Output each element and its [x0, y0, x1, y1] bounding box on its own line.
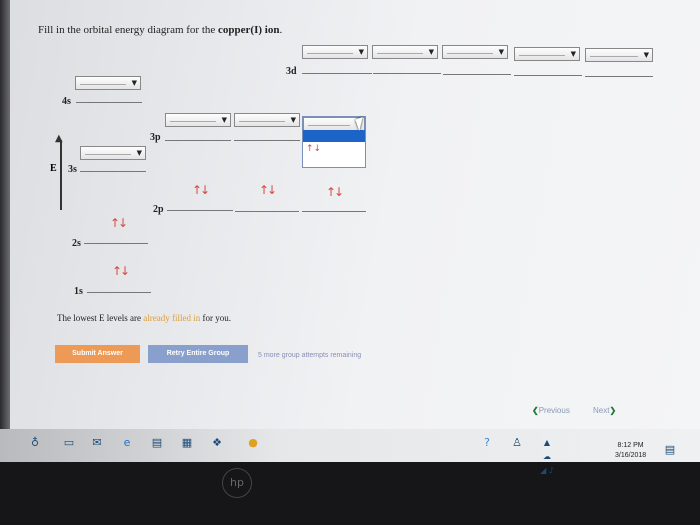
dropdown-3s[interactable]: ▼ — [80, 146, 146, 160]
question-species: copper(I) ion — [218, 24, 280, 36]
people-icon[interactable]: ♙ — [510, 436, 524, 450]
dropdown-3d-3[interactable]: ▼ — [442, 45, 508, 59]
left-bezel — [0, 0, 10, 462]
orbital-line-4s — [76, 102, 142, 103]
orbital-line-2p-3 — [302, 211, 366, 212]
question-prefix: Fill in the orbital energy diagram for t… — [38, 24, 219, 36]
help-icon[interactable]: ? — [480, 436, 494, 450]
submit-answer-button[interactable]: Submit Answer — [55, 345, 140, 363]
chevron-down-icon: ▼ — [221, 116, 227, 124]
notifications-icon[interactable]: ▤ — [663, 443, 677, 457]
orbital-line-1s — [87, 292, 151, 293]
question-text: Fill in the orbital energy diagram for t… — [38, 24, 282, 36]
orbital-line-2p-2 — [235, 211, 299, 212]
orbital-line-3p-1 — [165, 140, 231, 141]
chevron-down-icon: ▼ — [358, 48, 364, 56]
chevron-down-icon: ▼ — [498, 48, 504, 56]
orbital-line-3d-1 — [302, 73, 372, 74]
taskbar-clock[interactable]: 8:12 PM 3/16/2018 — [615, 441, 646, 461]
orbital-line-2p-1 — [167, 210, 233, 211]
dropdown-option-paired[interactable]: ↑↓ — [306, 144, 321, 154]
orbital-line-3d-3 — [443, 74, 511, 75]
taskbar — [0, 429, 700, 462]
level-label-2s: 2s — [72, 238, 81, 249]
mail-icon[interactable]: ✉ — [90, 436, 104, 450]
orbital-line-2s — [84, 243, 148, 244]
energy-axis-label: E — [50, 163, 57, 174]
chevron-left-icon: ❮ — [532, 406, 539, 415]
chevron-down-icon: ▼ — [428, 48, 434, 56]
edge-browser-icon[interactable]: e — [120, 436, 134, 450]
dropdown-3d-1[interactable]: ▼ — [302, 45, 368, 59]
note-prefix: The lowest E levels are — [57, 313, 144, 323]
dropdown-3p-1[interactable]: ▼ — [165, 113, 231, 127]
level-label-2p: 2p — [153, 204, 164, 215]
orbital-line-3d-4 — [514, 75, 582, 76]
hp-logo: hp — [222, 468, 252, 498]
electron-pair-2p-3: ↑↓ — [326, 185, 344, 199]
question-suffix: . — [279, 24, 283, 36]
orbital-line-3d-2 — [373, 73, 441, 74]
task-view-icon[interactable]: ▭ — [62, 436, 76, 450]
dropdown-4s[interactable]: ▼ — [75, 76, 141, 90]
dropbox-icon[interactable]: ❖ — [210, 436, 224, 450]
dropdown-option-blank-highlighted[interactable] — [303, 130, 365, 142]
level-label-3d: 3d — [286, 66, 297, 77]
store-icon[interactable]: ▦ — [180, 436, 194, 450]
axis-arrow-icon: ▲ — [55, 133, 63, 144]
chevron-down-icon: ▼ — [136, 149, 142, 157]
next-link[interactable]: Next❯ — [593, 406, 616, 415]
orbital-line-3d-5 — [585, 76, 653, 77]
screen: Fill in the orbital energy diagram for t… — [0, 0, 700, 462]
note-suffix: for you. — [200, 313, 231, 323]
instruction-note: The lowest E levels are already filled i… — [57, 313, 231, 323]
chevron-down-icon: ▼ — [290, 116, 296, 124]
system-tray-icons[interactable]: ▲ ☁ ◢ ♪ — [540, 436, 554, 475]
level-label-3s: 3s — [68, 164, 77, 175]
previous-label: Previous — [538, 406, 570, 415]
level-label-4s: 4s — [62, 96, 71, 107]
dropdown-3d-5[interactable]: ▼ — [585, 48, 653, 62]
dropdown-3d-4[interactable]: ▼ — [514, 47, 580, 61]
electron-pair-2p-1: ↑↓ — [192, 183, 210, 197]
chevron-down-icon: ▼ — [131, 79, 137, 87]
electron-pair-1s: ↑↓ — [112, 264, 130, 278]
file-explorer-icon[interactable]: ▤ — [150, 436, 164, 450]
microphone-icon[interactable]: ♁ — [28, 436, 42, 450]
next-label: Next — [593, 406, 610, 415]
previous-link[interactable]: ❮Previous — [532, 406, 570, 415]
level-label-1s: 1s — [74, 286, 83, 297]
chrome-icon[interactable]: ● — [246, 436, 260, 450]
electron-pair-2s: ↑↓ — [110, 216, 128, 230]
dropdown-3d-2[interactable]: ▼ — [372, 45, 438, 59]
dropdown-3p-2[interactable]: ▼ — [234, 113, 300, 127]
chevron-right-icon: ❯ — [609, 406, 617, 415]
orbital-line-3s — [80, 171, 146, 172]
chevron-down-icon: ▼ — [570, 50, 576, 58]
clock-time: 8:12 PM — [617, 442, 644, 449]
orbital-line-3p-2 — [234, 140, 300, 141]
electron-pair-2p-2: ↑↓ — [259, 183, 277, 197]
chevron-down-icon: ▼ — [643, 51, 649, 59]
attempts-remaining-text: 5 more group attempts remaining — [258, 352, 362, 359]
note-highlight: already filled in — [143, 313, 201, 323]
level-label-3p: 3p — [150, 132, 161, 143]
clock-date: 3/16/2018 — [615, 452, 647, 459]
energy-axis — [60, 140, 62, 210]
retry-group-button[interactable]: Retry Entire Group — [148, 345, 248, 363]
